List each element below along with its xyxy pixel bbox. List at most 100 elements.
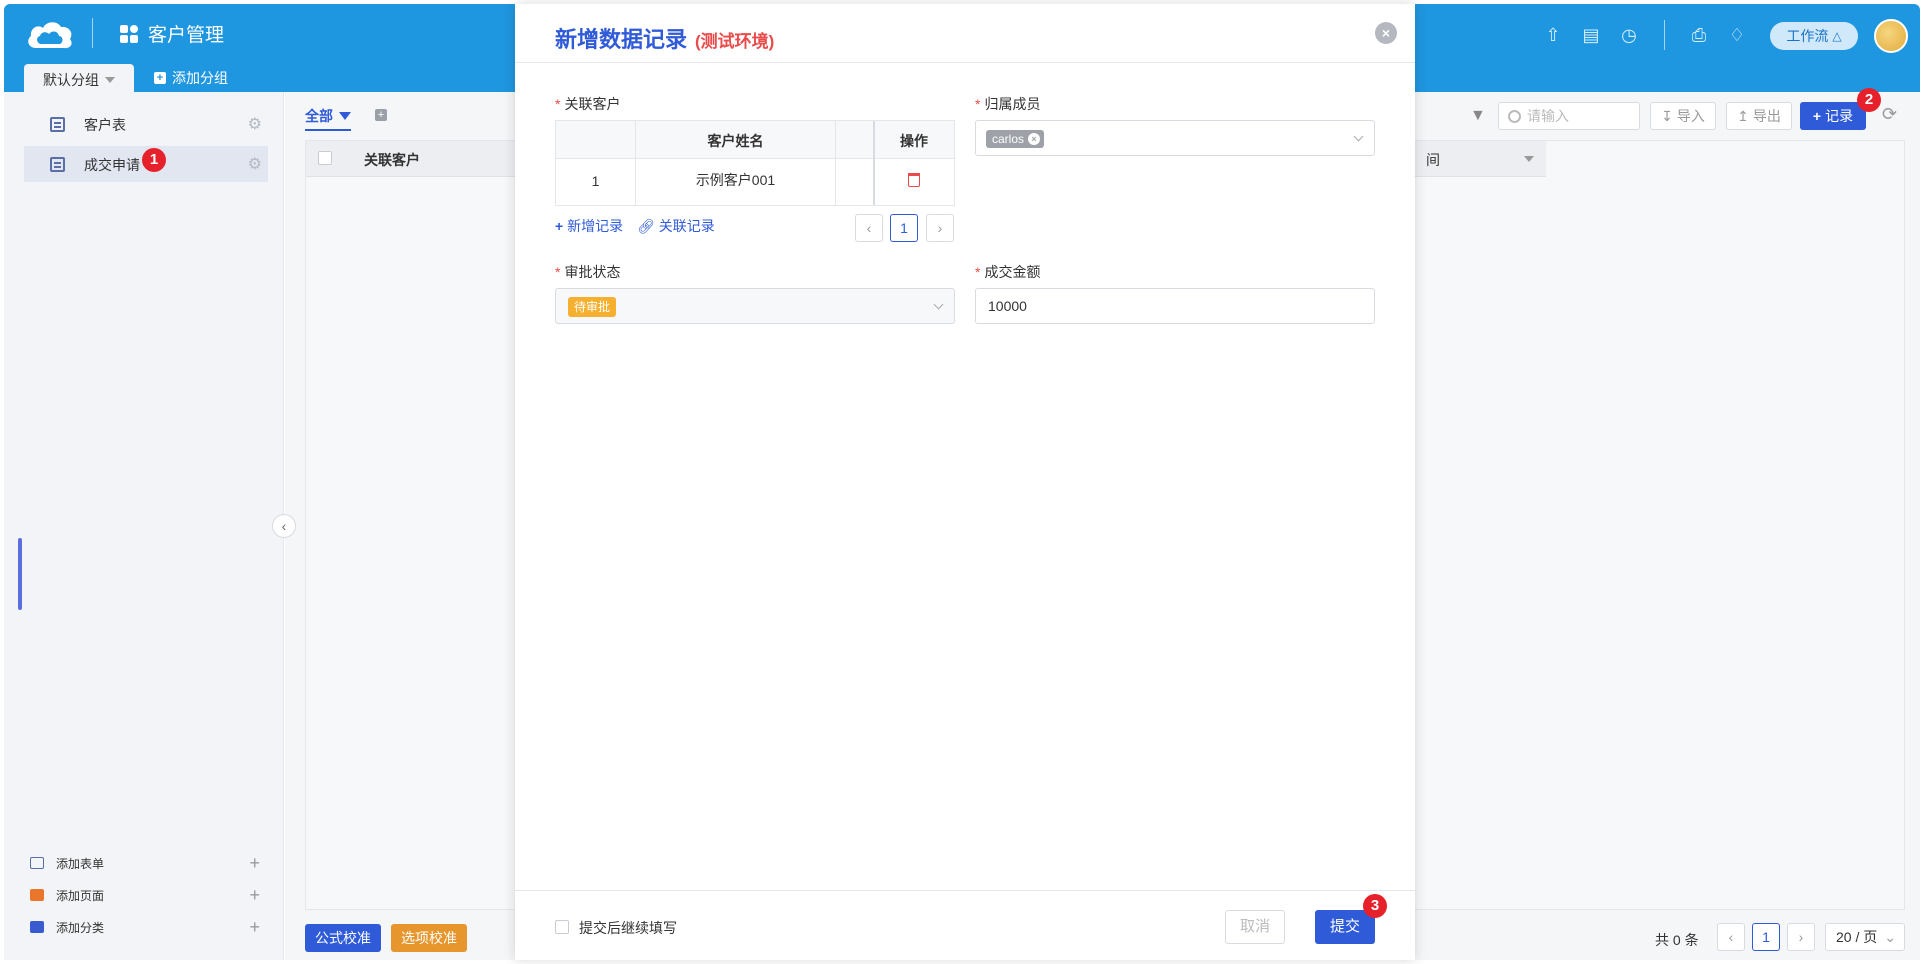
required-mark: * <box>555 264 561 280</box>
column-header-related-customer[interactable]: 关联客户 <box>364 150 420 170</box>
trash-icon[interactable] <box>908 173 920 187</box>
modal-title-text: 新增数据记录 <box>555 27 688 52</box>
row-index: 1 <box>591 173 600 189</box>
new-record-modal: 新增数据记录 (测试环境) × * 关联客户 客户姓名 操作 1 示例客户001 +… <box>515 4 1415 960</box>
refresh-icon[interactable]: ⟳ <box>1882 104 1897 125</box>
remove-tag-icon[interactable]: × <box>1028 133 1041 145</box>
gear-icon[interactable]: ⚙ <box>248 114 262 134</box>
plus-icon[interactable]: + <box>249 853 260 874</box>
sidebar: 客户表 ⚙ 成交申请 ⚙ 1 添加表单 + 添加页面 + 添加分类 + <box>4 92 284 960</box>
cancel-button[interactable]: 取消 <box>1225 910 1285 944</box>
row-customer-name[interactable]: 示例客户001 <box>636 170 835 190</box>
subtable-page-number[interactable]: 1 <box>890 214 918 242</box>
add-record-button[interactable]: + 记录 <box>1800 102 1866 130</box>
page-size-select[interactable]: 20 / 页 ⌄ <box>1825 923 1905 951</box>
plus-square-icon: + <box>154 72 166 84</box>
add-form-item[interactable]: 添加表单 + <box>30 852 260 874</box>
chevron-down-icon <box>933 299 944 310</box>
total-count: 共 0 条 <box>1655 932 1699 948</box>
chevron-down-icon <box>1353 131 1364 142</box>
field-label-text: 审批状态 <box>564 264 621 280</box>
column-header-customer-name: 客户姓名 <box>707 133 764 149</box>
page-icon <box>30 889 44 901</box>
field-label-text: 归属成员 <box>984 96 1041 112</box>
document-icon[interactable]: ▤ <box>1580 24 1602 46</box>
clipboard-icon[interactable]: ⎙ <box>1688 24 1710 46</box>
sidebar-resize-handle[interactable] <box>18 538 22 610</box>
export-button[interactable]: ↥ 导出 <box>1726 102 1792 130</box>
add-view-icon[interactable]: + <box>375 109 387 121</box>
add-form-label: 添加表单 <box>56 856 105 871</box>
collapse-sidebar-button[interactable]: ‹ <box>272 514 296 538</box>
page-number-button[interactable]: 1 <box>1752 923 1780 951</box>
clock-icon[interactable]: ◷ <box>1618 24 1640 46</box>
submit-button[interactable]: 提交 <box>1315 910 1375 944</box>
field-label-related-customer: * 关联客户 <box>555 94 620 114</box>
link-record-button[interactable]: 🔗︎ 关联记录 <box>637 216 715 236</box>
continue-after-submit-label[interactable]: 提交后继续填写 <box>579 918 677 938</box>
caret-down-icon <box>105 77 115 83</box>
add-category-item[interactable]: 添加分类 + <box>30 916 260 938</box>
step-badge-1: 1 <box>142 148 166 172</box>
sidebar-item-label: 客户表 <box>84 117 126 133</box>
view-tab-all[interactable]: 全部 <box>305 106 351 131</box>
import-button[interactable]: ↧ 导入 <box>1650 102 1716 130</box>
close-icon[interactable]: × <box>1375 22 1397 44</box>
form-icon <box>30 857 44 869</box>
owner-select[interactable]: carlos × <box>975 120 1375 156</box>
member-tag: carlos × <box>986 130 1045 148</box>
group-tab-label: 默认分组 <box>43 72 99 88</box>
required-mark: * <box>975 96 981 112</box>
app-title-text: 客户管理 <box>148 25 225 46</box>
sidebar-item-customer-table[interactable]: 客户表 ⚙ <box>24 106 268 142</box>
export-label: 导出 <box>1752 108 1781 124</box>
field-label-approval-status: * 审批状态 <box>555 262 620 282</box>
subtable-next-page[interactable]: › <box>926 214 954 242</box>
add-group-button[interactable]: + 添加分组 <box>154 68 228 88</box>
formula-check-button[interactable]: 公式校准 <box>305 924 381 952</box>
bell-icon[interactable]: ♢ <box>1726 24 1748 46</box>
view-tab-label: 全部 <box>305 108 333 124</box>
add-subrecord-button[interactable]: + 新增记录 <box>555 216 623 236</box>
header-divider-2 <box>1664 20 1665 50</box>
next-page-button[interactable]: › <box>1787 923 1815 951</box>
search-input[interactable]: 请输入 <box>1498 102 1640 130</box>
related-customer-subtable: 客户姓名 操作 1 示例客户001 <box>555 120 955 206</box>
column-header-time[interactable]: 间 <box>1426 150 1440 170</box>
app-title[interactable]: 客户管理 <box>120 20 224 47</box>
continue-after-submit-checkbox[interactable] <box>555 920 569 934</box>
field-label-text: 关联客户 <box>564 96 621 112</box>
add-page-item[interactable]: 添加页面 + <box>30 884 260 906</box>
plus-icon[interactable]: + <box>249 917 260 938</box>
folder-icon <box>30 921 44 933</box>
select-all-checkbox[interactable] <box>318 151 332 165</box>
modal-divider <box>515 62 1415 63</box>
prev-page-button[interactable]: ‹ <box>1717 923 1745 951</box>
caret-down-icon[interactable] <box>1524 156 1534 162</box>
subtable-prev-page[interactable]: ‹ <box>855 214 883 242</box>
field-label-deal-amount: * 成交金额 <box>975 262 1040 282</box>
plus-icon[interactable]: + <box>249 885 260 906</box>
add-category-label: 添加分类 <box>56 920 105 935</box>
apps-grid-icon <box>120 24 138 43</box>
link-icon: 🔗︎ <box>637 218 655 234</box>
option-check-button[interactable]: 选项校准 <box>391 924 467 952</box>
cloud-logo-icon[interactable] <box>24 18 76 52</box>
form-icon <box>50 157 65 172</box>
upload-icon[interactable]: ⇧ <box>1542 24 1564 46</box>
field-label-text: 成交金额 <box>984 264 1041 280</box>
add-subrecord-label: 新增记录 <box>567 218 624 234</box>
deal-amount-input[interactable]: 10000 <box>975 288 1375 324</box>
field-label-owner: * 归属成员 <box>975 94 1040 114</box>
user-avatar[interactable] <box>1874 19 1908 53</box>
page-size-value: 20 / 页 <box>1836 929 1878 945</box>
approval-status-select[interactable]: 待审批 <box>555 288 955 324</box>
gear-icon[interactable]: ⚙ <box>248 154 262 174</box>
add-page-label: 添加页面 <box>56 888 105 903</box>
upload-icon: ↥ <box>1737 107 1749 124</box>
workflow-button[interactable]: 工作流 △ <box>1770 22 1858 50</box>
link-record-label: 关联记录 <box>658 218 715 234</box>
filter-icon[interactable]: ▼ <box>1470 107 1486 125</box>
subtable-actions: + 新增记录 🔗︎ 关联记录 <box>555 216 715 236</box>
workflow-label: 工作流 <box>1786 28 1829 44</box>
